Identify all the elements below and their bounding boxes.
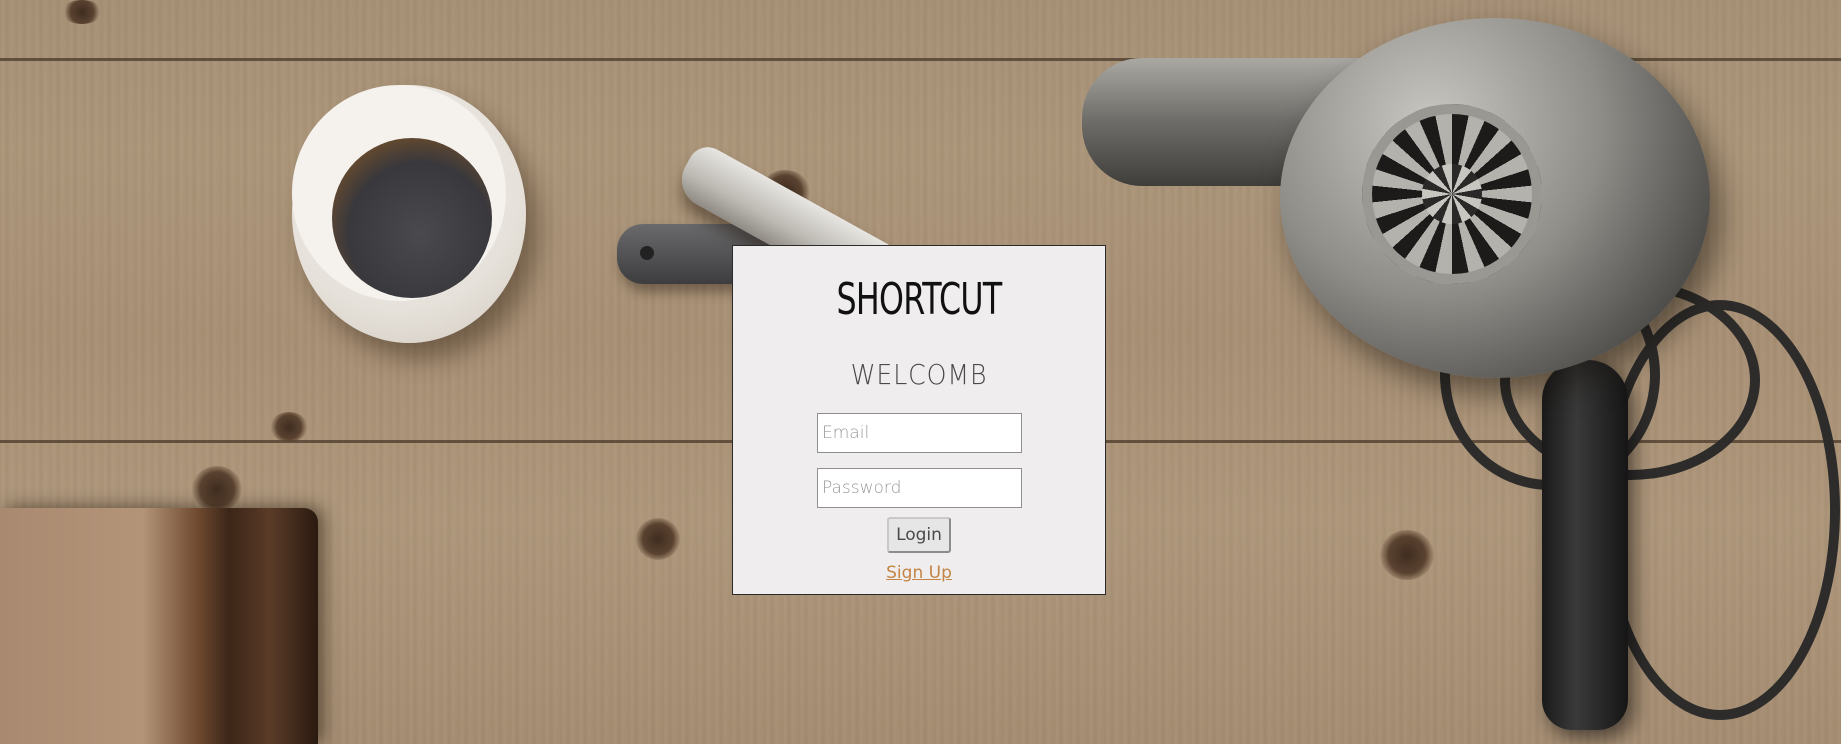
wood-knot (636, 518, 680, 560)
app-logo: SHORTCUT (836, 274, 1003, 325)
coffee-cup-liquid (332, 138, 492, 298)
old-book-image (0, 508, 318, 744)
hair-dryer-handle (1542, 360, 1628, 730)
hair-dryer-grill-center (1422, 164, 1482, 224)
wood-knot (270, 412, 308, 442)
wood-knot (1380, 530, 1434, 580)
wood-knot (62, 0, 102, 24)
straight-razor-pin (640, 246, 654, 260)
background-scene: SHORTCUT WELCOMB Login Sign Up (0, 0, 1841, 744)
login-button[interactable]: Login (887, 517, 951, 553)
wood-knot (192, 466, 242, 512)
hair-dryer-cord (1600, 300, 1840, 720)
email-field[interactable] (817, 413, 1022, 453)
welcome-heading: WELCOMB (850, 358, 988, 391)
password-field[interactable] (817, 468, 1022, 508)
login-card: SHORTCUT WELCOMB Login Sign Up (732, 245, 1106, 595)
signup-link[interactable]: Sign Up (733, 563, 1105, 583)
